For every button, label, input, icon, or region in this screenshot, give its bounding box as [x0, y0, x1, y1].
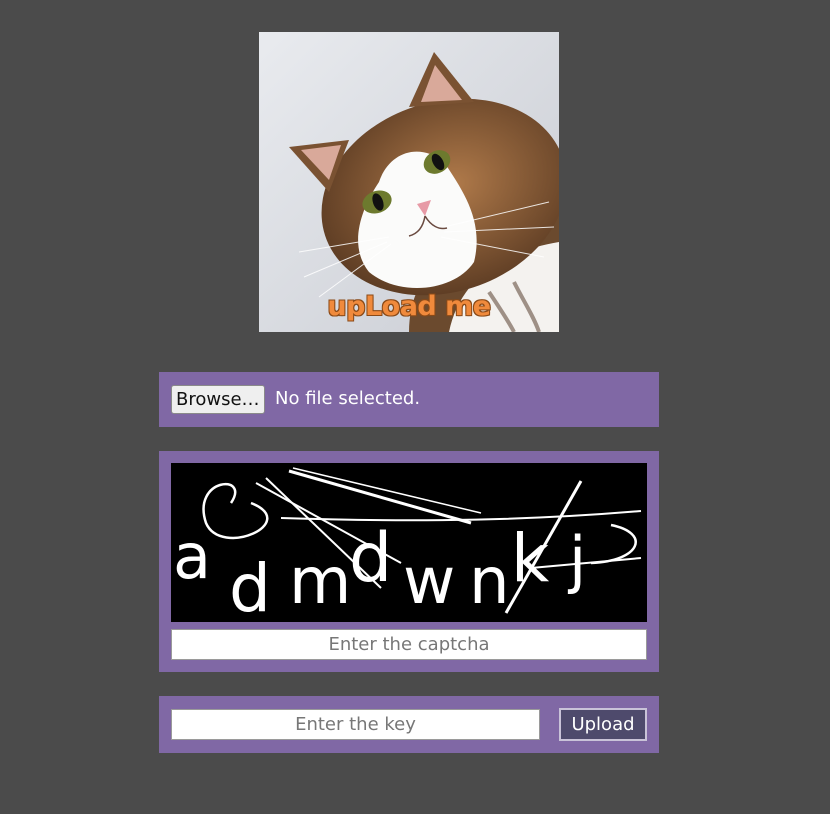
captcha-char: d [229, 550, 271, 622]
upload-button[interactable]: Upload [559, 708, 647, 741]
captcha-char: a [173, 520, 211, 593]
key-input[interactable] [171, 709, 540, 740]
captcha-char: m [289, 545, 351, 619]
browse-button[interactable]: Browse… [171, 385, 265, 414]
cat-upload-image: upLoad me [259, 32, 559, 332]
captcha-graphic: a d m d w n k j [171, 463, 647, 627]
captcha-input[interactable] [171, 629, 647, 660]
captcha-panel: a d m d w n k j [159, 451, 659, 672]
key-form-panel: Upload [159, 696, 659, 753]
captcha-image: a d m d w n k j [171, 463, 647, 627]
captcha-char: j [567, 523, 586, 596]
cat-photo-graphic [259, 32, 559, 332]
upload-me-caption: upLoad me [327, 291, 491, 322]
captcha-char: w [403, 545, 455, 619]
file-picker-panel: Browse… No file selected. [159, 372, 659, 427]
captcha-char: d [349, 519, 392, 598]
file-status-text: No file selected. [275, 388, 421, 409]
captcha-char: k [511, 520, 550, 597]
captcha-char: n [469, 545, 510, 619]
